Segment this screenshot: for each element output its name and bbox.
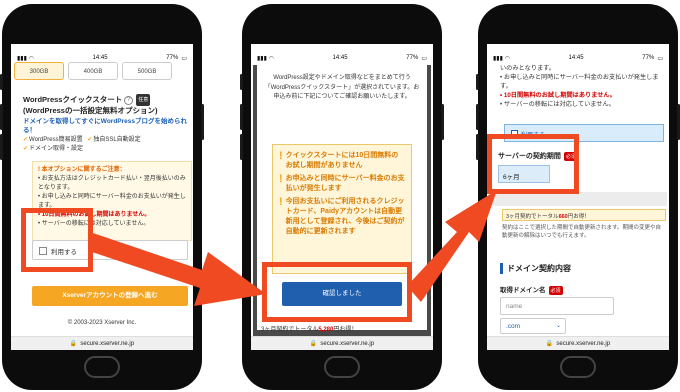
help-icon[interactable]: ? [124,95,134,105]
phone-3-content: ▮▮▮ ◠ 14:45 77% ▭ いのみとなります。 • お申し込みと同時にサー… [478,4,678,390]
battery-level: 77% [166,55,179,61]
copyright: © 2003-2023 Xserver Inc. [67,320,137,326]
domain-name-label: 取得ドメイン名 必須 [500,285,563,295]
feature-list: ✔WordPress簡易設置 ✔独自SSL自動設定 ✔ドメイン取得・設定 [23,137,141,152]
savings-banner: 3ヶ月契約でトータル660円お得！ [502,209,666,221]
check-icon: ✔ [87,137,93,143]
phone-1-content: ▮▮▮ ◠ 14:45 77% ▭ 300GB 400GB 500GB WordP… [2,4,202,390]
lock-icon: 🔒 [309,341,318,347]
section-divider [489,192,667,206]
check-icon: ✔ [23,146,29,152]
savings-banner: 3ヶ月契約でトータル5,280円お得！ [261,327,358,333]
url-bar[interactable]: 🔒 secure.xserver.ne.jp [251,336,433,350]
modal-intro: WordPress設定やドメイン取得などをまとめて行う「WordPressクイッ… [264,75,420,100]
battery-icon: ▭ [181,55,187,62]
tld-select[interactable]: .com ⌄ [500,318,566,334]
warning-icon: ! [279,196,283,208]
signal-icon: ▮▮▮ ◠ [257,55,274,62]
status-bar: ▮▮▮ ◠ 14:45 77% ▭ [253,51,431,65]
url-bar[interactable]: 🔒 secure.xserver.ne.jp [11,336,193,350]
battery-icon: ▭ [421,55,427,62]
caution-list: いのみとなります。 • お申し込みと同時にサーバー料金のお支払いが発生します。 … [500,65,659,108]
highlight-contract-period [487,134,579,194]
warning-icon: ! [279,150,283,162]
optional-badge: 任意 [136,94,151,106]
clock: 14:45 [92,55,108,61]
signal-icon: ▮▮▮ ◠ [493,55,510,62]
arrow-right-down-icon [90,232,266,306]
promo-text: ドメインを取得してすぐにWordPressブログを始められる！ [23,118,188,134]
status-bar: ▮▮▮ ◠ 14:45 77% ▭ [489,51,667,65]
warning-icon: ! [38,167,40,173]
auto-renew-note: 契約はここで選択した期間で自動更新されます。期間の変更や自動更新の解除はいつでも… [502,225,661,239]
highlight-use-checkbox [21,208,93,272]
clock: 14:45 [568,55,584,61]
domain-section-heading: ドメイン契約内容 [500,263,571,274]
battery-icon: ▭ [657,55,663,62]
warning-box: ! クイックスタートには10日間無料のお試し期間がありません ! お申込みと同時にサ… [272,144,412,274]
status-bar: ▮▮▮ ◠ 14:45 77% ▭ [13,51,191,65]
highlight-confirm-button [262,262,412,322]
battery-level: 77% [642,55,655,61]
clock: 14:45 [332,55,348,61]
lock-icon: 🔒 [69,341,78,347]
warning-icon: ! [279,173,283,185]
lock-icon: 🔒 [545,341,554,347]
required-badge: 必須 [548,285,563,295]
check-icon: ✔ [23,137,29,143]
quickstart-title: WordPressクイックスタート? 任意 (WordPressの一括設定無料オプ… [23,94,158,115]
battery-level: 77% [406,55,419,61]
signal-icon: ▮▮▮ ◠ [17,55,34,62]
chevron-down-icon: ⌄ [555,323,561,329]
url-bar[interactable]: 🔒 secure.xserver.ne.jp [487,336,669,350]
arrow-right-up-icon [407,190,497,302]
domain-name-input[interactable]: name [500,297,614,315]
